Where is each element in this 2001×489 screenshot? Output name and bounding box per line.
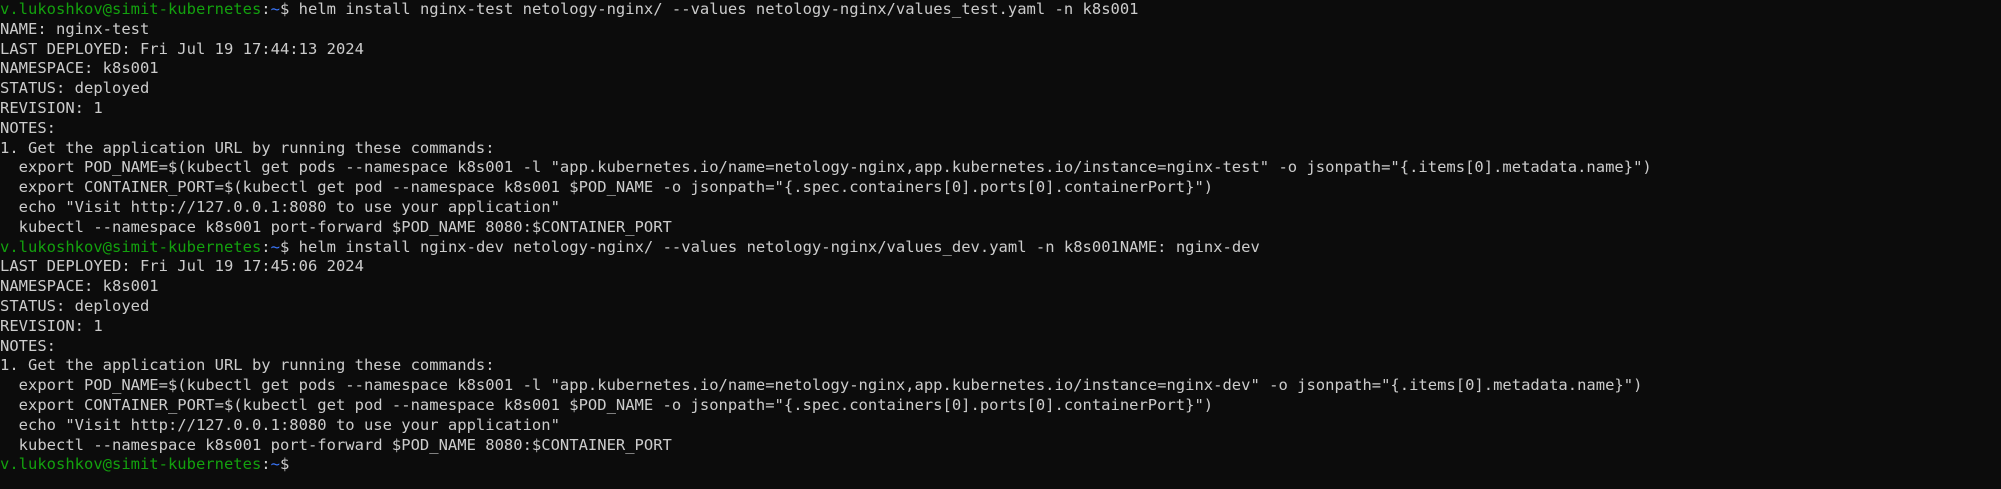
prompt-separator: : xyxy=(261,455,271,474)
output-text: STATUS: deployed xyxy=(0,296,150,315)
output-text: kubectl --namespace k8s001 port-forward … xyxy=(0,217,672,236)
output-line: kubectl --namespace k8s001 port-forward … xyxy=(0,218,2001,238)
output-text: NAME: nginx-test xyxy=(0,19,150,38)
output-text: export POD_NAME=$(kubectl get pods --nam… xyxy=(0,376,1643,395)
output-line: 1. Get the application URL by running th… xyxy=(0,356,2001,376)
terminal-output: v.lukoshkov@simit-kubernetes:~$ helm ins… xyxy=(0,0,2001,475)
output-text: echo "Visit http://127.0.0.1:8080 to use… xyxy=(0,197,560,216)
prompt-line: v.lukoshkov@simit-kubernetes:~$ xyxy=(0,455,2001,475)
prompt-user-host: v.lukoshkov@simit-kubernetes xyxy=(0,455,262,474)
prompt-user-host: v.lukoshkov@simit-kubernetes xyxy=(0,0,262,18)
output-line: export POD_NAME=$(kubectl get pods --nam… xyxy=(0,376,2001,396)
output-line: NAME: nginx-test xyxy=(0,20,2001,40)
prompt-user-host: v.lukoshkov@simit-kubernetes xyxy=(0,237,262,256)
prompt-path: ~ xyxy=(270,237,280,256)
prompt-path: ~ xyxy=(270,0,280,18)
output-line: export CONTAINER_PORT=$(kubectl get pod … xyxy=(0,178,2001,198)
output-line: NOTES: xyxy=(0,337,2001,357)
output-line: LAST DEPLOYED: Fri Jul 19 17:45:06 2024 xyxy=(0,257,2001,277)
output-text: kubectl --namespace k8s001 port-forward … xyxy=(0,435,672,454)
prompt-symbol: $ xyxy=(279,455,299,474)
output-line: REVISION: 1 xyxy=(0,99,2001,119)
output-line: echo "Visit http://127.0.0.1:8080 to use… xyxy=(0,198,2001,218)
output-line: NOTES: xyxy=(0,119,2001,139)
prompt-symbol: $ xyxy=(279,0,299,18)
output-text: REVISION: 1 xyxy=(0,98,103,117)
output-line: STATUS: deployed xyxy=(0,297,2001,317)
prompt-path: ~ xyxy=(270,455,280,474)
command-text: helm install nginx-dev netology-nginx/ -… xyxy=(298,237,1260,256)
output-text: NAMESPACE: k8s001 xyxy=(0,59,159,78)
output-text: STATUS: deployed xyxy=(0,79,150,98)
output-line: 1. Get the application URL by running th… xyxy=(0,139,2001,159)
prompt-separator: : xyxy=(261,237,271,256)
output-line: REVISION: 1 xyxy=(0,317,2001,337)
output-line: kubectl --namespace k8s001 port-forward … xyxy=(0,436,2001,456)
output-text: 1. Get the application URL by running th… xyxy=(0,138,495,157)
output-line: export POD_NAME=$(kubectl get pods --nam… xyxy=(0,158,2001,178)
prompt-line: v.lukoshkov@simit-kubernetes:~$ helm ins… xyxy=(0,238,2001,258)
output-text: REVISION: 1 xyxy=(0,316,103,335)
output-line: NAMESPACE: k8s001 xyxy=(0,277,2001,297)
output-line: NAMESPACE: k8s001 xyxy=(0,59,2001,79)
output-text: NOTES: xyxy=(0,118,56,137)
output-line: LAST DEPLOYED: Fri Jul 19 17:44:13 2024 xyxy=(0,40,2001,60)
output-text: export CONTAINER_PORT=$(kubectl get pod … xyxy=(0,178,1214,197)
prompt-symbol: $ xyxy=(279,237,299,256)
output-text: export POD_NAME=$(kubectl get pods --nam… xyxy=(0,158,1652,177)
output-text: NOTES: xyxy=(0,336,56,355)
output-text: NAMESPACE: k8s001 xyxy=(0,277,159,296)
output-text: export CONTAINER_PORT=$(kubectl get pod … xyxy=(0,395,1214,414)
output-line: STATUS: deployed xyxy=(0,79,2001,99)
output-text: LAST DEPLOYED: Fri Jul 19 17:44:13 2024 xyxy=(0,39,364,58)
command-text: helm install nginx-test netology-nginx/ … xyxy=(298,0,1139,18)
output-text: LAST DEPLOYED: Fri Jul 19 17:45:06 2024 xyxy=(0,257,364,276)
output-text: echo "Visit http://127.0.0.1:8080 to use… xyxy=(0,415,560,434)
prompt-separator: : xyxy=(261,0,271,18)
prompt-line: v.lukoshkov@simit-kubernetes:~$ helm ins… xyxy=(0,0,2001,20)
output-line: export CONTAINER_PORT=$(kubectl get pod … xyxy=(0,396,2001,416)
output-line: echo "Visit http://127.0.0.1:8080 to use… xyxy=(0,416,2001,436)
terminal-window[interactable]: v.lukoshkov@simit-kubernetes:~$ helm ins… xyxy=(0,0,2001,489)
output-text: 1. Get the application URL by running th… xyxy=(0,356,495,375)
